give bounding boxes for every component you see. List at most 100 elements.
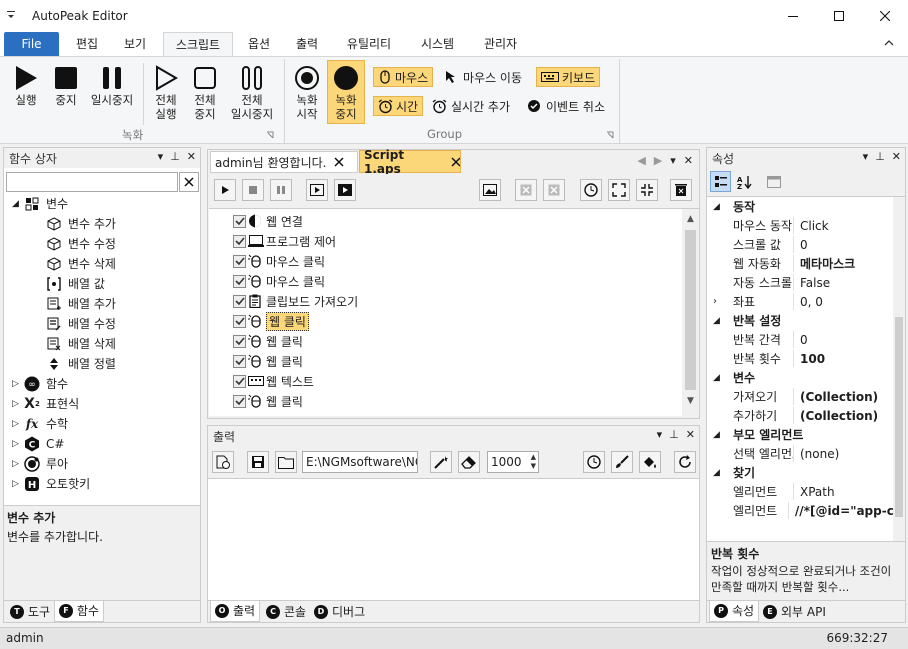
collapse-icon[interactable]: ◢ [713, 373, 727, 383]
property-value[interactable]: XPath [794, 485, 835, 499]
collapse-icon[interactable]: ◢ [713, 468, 727, 478]
tab-external-api[interactable]: E 외부 API [759, 602, 830, 622]
row-checkbox[interactable] [233, 214, 246, 228]
tab-options[interactable]: 옵션 [238, 32, 280, 56]
property-value[interactable]: 0 [794, 238, 808, 252]
minimize-button[interactable] [770, 0, 816, 32]
tab-properties[interactable]: P 속성 [709, 601, 760, 622]
tab-view[interactable]: 보기 [114, 32, 156, 56]
maximize-button[interactable] [816, 0, 862, 32]
collapse-icon[interactable]: ◢ [713, 316, 727, 326]
property-row[interactable]: 엘리먼트//*[@id="app-co [707, 501, 893, 520]
option-time-toggle[interactable]: 시간 [373, 96, 424, 116]
close-icon[interactable]: ✕ [892, 150, 901, 163]
tab-system[interactable]: 시스템 [410, 32, 465, 56]
script-row[interactable]: 웹 클릭 [233, 351, 303, 371]
tree-item-array-add[interactable]: 배열 추가 [46, 294, 116, 314]
property-row[interactable]: 엘리먼트 XPath [707, 482, 893, 501]
dialog-launcher-icon[interactable] [606, 131, 614, 139]
property-value[interactable]: (Collection) [794, 409, 878, 423]
tab-debug[interactable]: D 디버그 [310, 602, 369, 622]
property-category[interactable]: ◢ 반복 설정 [707, 311, 893, 330]
row-checkbox[interactable] [233, 334, 246, 348]
tab-functions[interactable]: F 함수 [54, 601, 105, 622]
function-search-input[interactable] [6, 172, 178, 192]
row-checkbox[interactable] [233, 394, 246, 408]
dropdown-icon[interactable]: ▾ [863, 150, 869, 163]
output-open-folder-button[interactable] [275, 451, 297, 473]
dropdown-icon[interactable]: ▾ [158, 150, 164, 163]
clear-script-button[interactable] [670, 179, 692, 201]
vertical-scrollbar[interactable] [893, 197, 905, 541]
tab-admin[interactable]: 관리자 [473, 32, 528, 56]
collapse-icon[interactable]: ◢ [713, 430, 727, 440]
timer-button[interactable] [580, 179, 602, 201]
tree-item-array-sort[interactable]: 배열 정렬 [46, 354, 116, 374]
property-row[interactable]: 반복 간격 0 [707, 330, 893, 349]
record-stop-button[interactable]: 녹화 중지 [327, 60, 365, 124]
pin-icon[interactable]: ⊥ [170, 150, 180, 163]
output-refresh-button[interactable] [674, 451, 696, 473]
script-row[interactable]: 클립보드 가져오기 [233, 291, 358, 311]
dropdown-icon[interactable]: ▾ [670, 154, 676, 167]
property-row[interactable]: › 좌표 0, 0 [707, 292, 893, 311]
property-category[interactable]: ◢ 부모 엘리먼트 [707, 425, 893, 444]
script-row[interactable]: 웹 클릭 [233, 331, 303, 351]
property-value[interactable]: //*[@id="app-co [789, 504, 893, 518]
property-row[interactable]: 자동 스크롤 False [707, 273, 893, 292]
tree-item-variable-add[interactable]: 변수 추가 [46, 214, 116, 234]
script-stop-button[interactable] [242, 179, 264, 201]
output-clean-button[interactable] [430, 451, 452, 473]
script-row[interactable]: 웹 클릭 [233, 311, 309, 331]
row-checkbox[interactable] [233, 274, 246, 288]
output-text-area[interactable] [208, 478, 699, 600]
tree-node-expression[interactable]: ▷ X 2 표현식 [12, 394, 79, 414]
pause-all-button[interactable]: 전체 일시중지 [226, 65, 278, 121]
output-fill-button[interactable] [639, 451, 661, 473]
script-row[interactable]: 웹 텍스트 [233, 371, 314, 391]
expand-all-button[interactable] [608, 179, 630, 201]
property-row[interactable]: 선택 엘리먼트(none) [707, 444, 893, 463]
output-save-button[interactable] [247, 451, 269, 473]
property-value[interactable]: (none) [794, 447, 839, 461]
tab-scroll-left-icon[interactable]: ◀ [637, 154, 645, 167]
script-row[interactable]: 웹 연결 [233, 211, 303, 231]
row-checkbox[interactable] [233, 254, 246, 268]
property-row[interactable]: 반복 횟수 100 [707, 349, 893, 368]
property-pages-button[interactable] [763, 171, 784, 192]
row-checkbox[interactable] [233, 294, 246, 308]
option-realtime-add-toggle[interactable]: 실시간 추가 [432, 96, 510, 116]
clear-search-button[interactable] [179, 172, 199, 192]
doc-tab-welcome[interactable]: admin님 환영합니다. [210, 151, 358, 173]
tree-item-array-edit[interactable]: 배열 수정 [46, 314, 116, 334]
close-window-button[interactable] [862, 0, 908, 32]
script-row[interactable]: 웹 클릭 [233, 391, 303, 411]
property-row[interactable]: 웹 자동화 메타마스크 [707, 254, 893, 273]
doc-tab-script1[interactable]: Script 1.aps [359, 148, 461, 176]
tree-node-functions[interactable]: ▷ ∞ 함수 [12, 374, 68, 394]
property-row[interactable]: 스크롤 값0 [707, 235, 893, 254]
tree-node-lua[interactable]: ▷ 루아 [12, 454, 68, 474]
collapse-ribbon-icon[interactable] [884, 38, 894, 48]
pause-button[interactable]: 일시중지 [86, 65, 138, 107]
property-value[interactable]: 100 [794, 352, 825, 366]
tab-edit[interactable]: 편집 [66, 32, 108, 56]
tab-file[interactable]: File [4, 32, 59, 56]
collapse-icon[interactable]: ◢ [713, 202, 727, 212]
property-category[interactable]: ◢ 동작 [707, 197, 893, 216]
run-button[interactable]: 실행 [8, 65, 44, 107]
output-line-count-field[interactable]: 1000 ▲ ▼ [487, 451, 539, 473]
output-timestamp-button[interactable] [583, 451, 605, 473]
dialog-launcher-icon[interactable] [266, 131, 274, 139]
option-mouse-toggle[interactable]: 마우스 [373, 67, 434, 87]
property-value[interactable]: 0 [794, 333, 808, 347]
close-icon[interactable]: ✕ [187, 150, 196, 163]
row-checkbox[interactable] [233, 234, 246, 248]
record-start-button[interactable]: 녹화 시작 [289, 65, 325, 121]
script-row[interactable]: 프로그램 제어 [233, 231, 336, 251]
tab-output-log[interactable]: O 출력 [210, 601, 261, 622]
tab-console[interactable]: C 콘솔 [262, 602, 310, 622]
stop-button[interactable]: 중지 [48, 65, 84, 107]
row-checkbox[interactable] [233, 354, 246, 368]
tree-item-variable-edit[interactable]: 변수 수정 [46, 234, 116, 254]
